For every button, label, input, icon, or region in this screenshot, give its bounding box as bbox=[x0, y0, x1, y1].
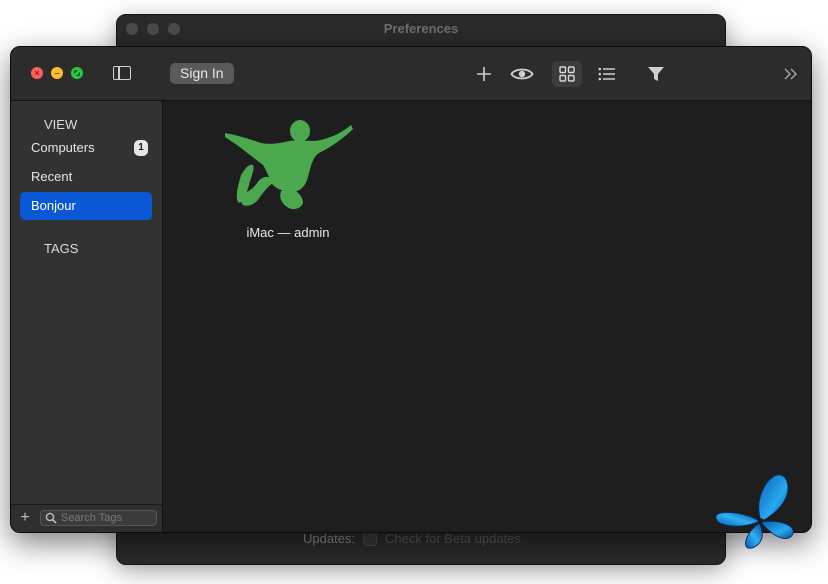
sidebar-item-recent[interactable]: Recent bbox=[20, 163, 152, 191]
list-view-button[interactable] bbox=[592, 61, 622, 87]
preview-button[interactable] bbox=[507, 61, 537, 87]
sign-in-button[interactable]: Sign In bbox=[170, 63, 234, 84]
sidebar-item-label: Computers bbox=[31, 140, 95, 155]
sidebar-section-tags: TAGS bbox=[44, 241, 79, 256]
tag-search-field[interactable] bbox=[40, 510, 157, 526]
sidebar-footer: + bbox=[11, 504, 162, 532]
chevron-double-right-icon bbox=[784, 68, 797, 80]
filter-button[interactable] bbox=[641, 61, 671, 87]
filter-icon bbox=[648, 67, 664, 81]
beta-updates-checkbox[interactable] bbox=[363, 531, 378, 546]
beta-updates-label[interactable]: Check for Beta updates bbox=[385, 531, 521, 546]
updates-label: Updates: bbox=[303, 531, 356, 546]
fullscreen-icon bbox=[74, 70, 80, 76]
add-computer-button[interactable] bbox=[469, 61, 499, 87]
butterfly-icon bbox=[715, 474, 794, 549]
close-button[interactable]: × bbox=[31, 67, 43, 79]
toolbar: × – Sign In bbox=[11, 47, 811, 101]
tag-search-input[interactable] bbox=[61, 511, 154, 525]
computer-grid: iMac — admin bbox=[163, 101, 811, 532]
sidebar-item-label: Bonjour bbox=[31, 198, 76, 213]
main-window[interactable]: × – Sign In VIEW Computers 1 Recent Bonj… bbox=[10, 46, 812, 533]
sidebar-section-view: VIEW bbox=[44, 117, 78, 132]
updates-row: Updates: Check for Beta updates bbox=[303, 531, 521, 546]
computers-count-badge: 1 bbox=[134, 140, 148, 156]
list-icon bbox=[598, 67, 615, 81]
zoom-button[interactable] bbox=[71, 67, 83, 79]
grid-view-button[interactable] bbox=[552, 61, 582, 87]
eye-icon bbox=[510, 68, 534, 80]
minimize-button[interactable]: – bbox=[51, 67, 63, 79]
preferences-titlebar[interactable]: Preferences bbox=[117, 15, 725, 43]
window-controls: × – bbox=[31, 67, 83, 79]
sidebar: VIEW Computers 1 Recent Bonjour TAGS + bbox=[11, 101, 163, 532]
sidebar-item-label: Recent bbox=[31, 169, 73, 184]
sidebar-item-bonjour[interactable]: Bonjour bbox=[20, 192, 152, 220]
minimize-icon: – bbox=[54, 68, 60, 78]
preferences-title: Preferences bbox=[383, 21, 459, 36]
desktop: Preferences Updates: Check for Beta upda… bbox=[0, 0, 828, 584]
sidebar-toggle-icon[interactable] bbox=[113, 66, 131, 80]
computer-tile[interactable]: iMac — admin bbox=[213, 119, 363, 244]
computer-name: iMac — admin bbox=[246, 225, 330, 240]
grid-icon bbox=[559, 66, 575, 82]
toolbar-overflow-button[interactable] bbox=[776, 61, 806, 87]
search-icon bbox=[45, 512, 57, 524]
sidebar-item-computers[interactable]: Computers 1 bbox=[20, 134, 152, 162]
jumping-person-icon bbox=[225, 120, 353, 210]
close-icon: × bbox=[34, 68, 40, 78]
add-tag-button[interactable]: + bbox=[17, 509, 33, 527]
plus-icon bbox=[477, 67, 491, 81]
